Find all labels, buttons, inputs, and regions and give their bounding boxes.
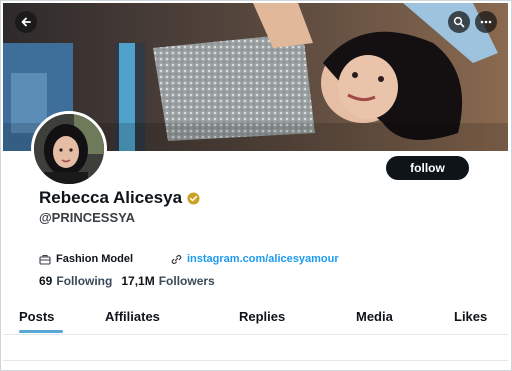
arrow-left-icon [21,17,31,27]
display-name: Rebecca Alicesya [39,188,183,207]
link-icon [171,254,182,264]
name-row: Rebecca Alicesya [39,188,200,208]
verified-badge-icon [187,191,200,205]
avatar-image [34,114,104,184]
tab-replies[interactable]: Replies [239,309,285,324]
profile-link[interactable]: instagram.com/alicesyamour [171,253,339,265]
profile-stats: 69 Following 17,1M Followers [39,274,215,288]
followers-stat[interactable]: 17,1M Followers [121,274,214,288]
tab-likes[interactable]: Likes [454,309,487,324]
following-label: Following [56,274,113,288]
tab-posts[interactable]: Posts [19,309,54,324]
tab-affiliates[interactable]: Affiliates [105,309,160,324]
avatar[interactable] [31,111,107,187]
occupation-label: Fashion Model [56,253,133,265]
following-stat[interactable]: 69 Following [39,274,112,288]
followers-label: Followers [158,274,215,288]
following-count: 69 [39,274,53,288]
followers-count: 17,1M [121,274,155,288]
briefcase-icon [39,254,51,265]
search-button[interactable] [448,11,470,33]
active-tab-indicator [19,330,63,333]
profile-tabs: Posts Affiliates Replies Media Likes [3,301,508,335]
more-icon [480,20,492,24]
tab-media[interactable]: Media [356,309,393,324]
more-button[interactable] [475,11,497,33]
profile-meta: Fashion Model instagram.com/alicesyamour [39,253,339,265]
profile-frame: follow Rebecca Alicesya @PRINCESSYA Fash… [0,0,512,371]
divider [3,360,508,361]
handle: @PRINCESSYA [39,210,136,225]
back-button[interactable] [15,11,37,33]
search-icon [453,16,465,28]
follow-button[interactable]: follow [386,156,469,180]
occupation: Fashion Model [39,253,133,265]
profile-link-text[interactable]: instagram.com/alicesyamour [187,253,339,265]
